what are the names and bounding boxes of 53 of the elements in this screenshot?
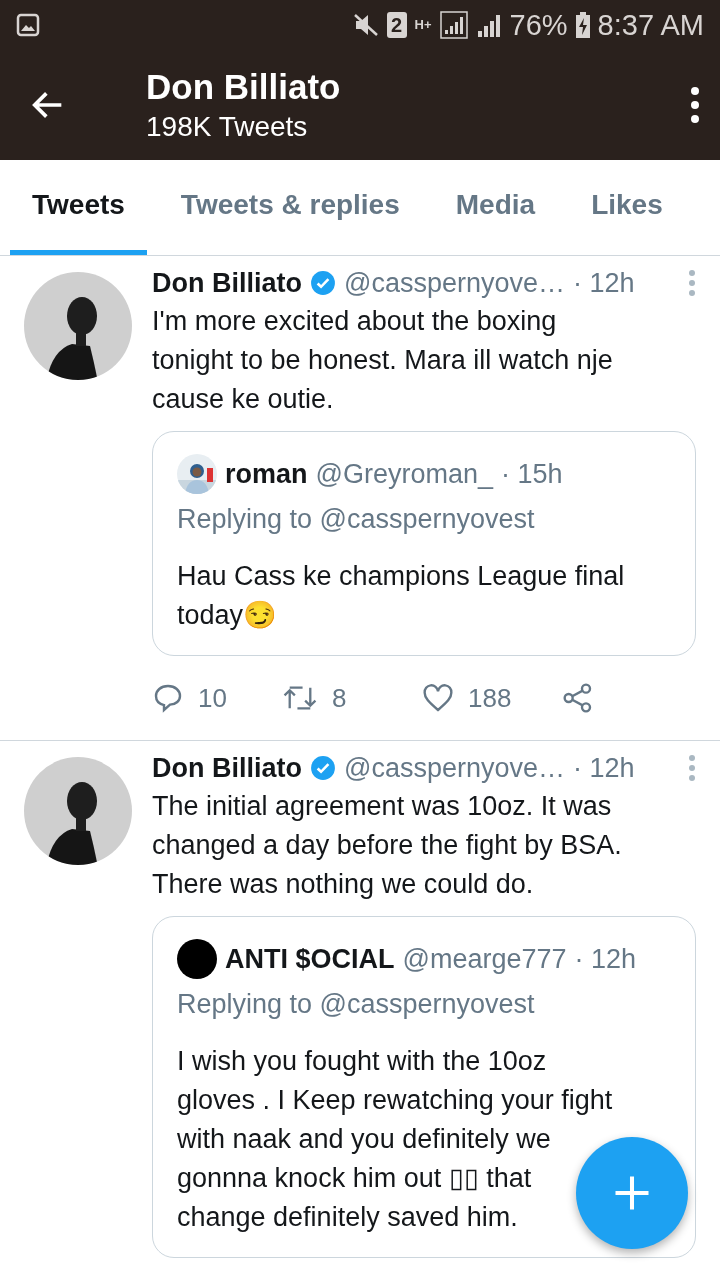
author-name: Don Billiato [152,752,302,784]
quoted-tweet[interactable]: roman @Greyroman_ · 15h Replying to @casspernyovest Hau Cass ke champions League final today😏 [152,431,696,656]
quoted-text: change definitely saved him. [177,1201,518,1234]
quoted-text: Hau Cass ke champions League final [177,560,625,593]
reply-count: 10 [198,682,227,714]
timestamp: · 12h [573,752,635,784]
handle: @mearge777 [402,943,567,975]
quoted-text: gloves . I Keep rewatching your fight [177,1084,613,1117]
quoted-text: I wish you fought with the 10oz [177,1045,547,1078]
compose-button[interactable] [576,1137,688,1249]
network-label: H+ [414,19,432,31]
profile-name: Don Billiato [146,67,342,107]
tweet-count: 198K Tweets [146,111,309,143]
more-icon[interactable] [690,85,700,125]
quoted-tweet[interactable] [152,916,696,1258]
signal-icon [475,13,502,37]
quoted-author: roman [225,458,308,490]
tweet-text: changed a day before the fight by BSA. [152,829,622,862]
quoted-text: with naak and you definitely we [177,1123,551,1156]
signal-icon [439,11,468,39]
sim-label: 2 [386,12,407,38]
battery-icon [575,12,590,38]
tab[interactable]: Media [433,160,558,255]
author-name: Don Billiato [152,267,302,299]
clock: 8:37 AM [597,8,704,42]
quoted-text: gonnna knock him out ▯▯ that [177,1162,532,1195]
tweet-text: cause ke outie. [152,383,334,416]
battery-percent: 76% [509,8,568,42]
quoted-author: ANTI $OCIAL [225,943,395,975]
like-count: 188 [468,682,512,714]
handle: @Greyroman_ [315,458,493,490]
tab[interactable]: Likes [569,160,685,255]
share-icon[interactable] [562,682,594,714]
tweet-text: I'm more excited about the boxing [152,305,557,338]
retweet-count: 8 [332,682,347,714]
like-icon[interactable] [422,682,454,714]
timestamp: · 12h [574,943,637,975]
tweet-text: The initial agreement was 10oz. It was [152,790,612,823]
tab[interactable]: Tweets & replies [158,160,422,255]
timestamp: · 15h [501,458,563,490]
image-icon [16,13,40,37]
reply-icon[interactable] [152,682,184,714]
replying-to: Replying to @casspernyovest [177,989,536,1020]
handle: @casspernyove… [344,752,565,784]
mute-icon [352,13,379,37]
timestamp: · 12h [573,267,635,299]
tab[interactable]: Tweets [10,160,147,255]
quoted-text: today😏 [177,599,278,632]
tweet-text: There was nothing we could do. [152,868,534,901]
replying-to: Replying to @casspernyovest [177,504,536,535]
handle: @casspernyove… [344,267,565,299]
tweet-text: tonight to be honest. Mara ill watch nje [152,344,613,377]
avatar [177,939,217,979]
